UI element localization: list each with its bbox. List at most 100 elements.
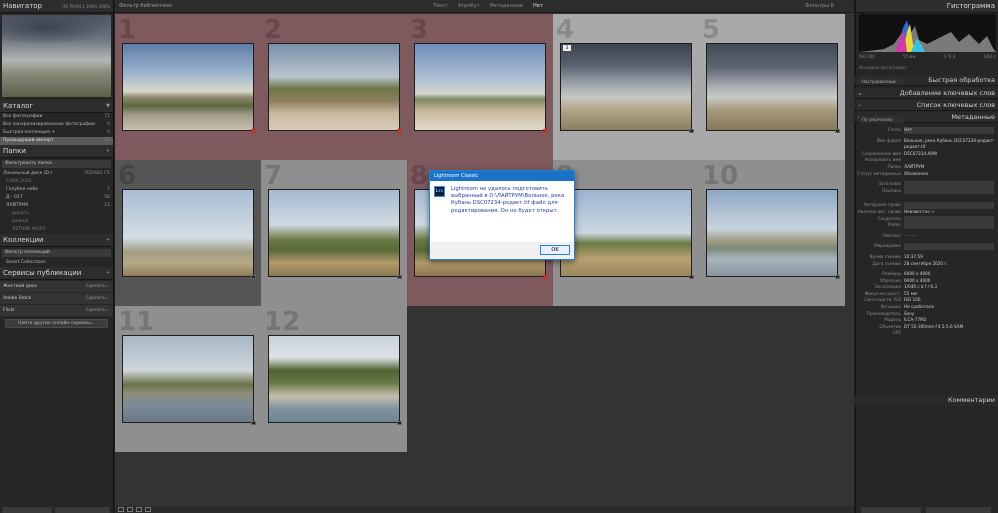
photo-thumbnail[interactable] (122, 43, 254, 131)
photo-thumbnail[interactable] (560, 189, 692, 277)
grid-cell[interactable]: 12 (261, 306, 407, 452)
edit-badge-icon[interactable] (397, 421, 402, 425)
filter-tab-attribute[interactable]: Атрибут (458, 0, 480, 13)
survey-view-icon[interactable] (145, 507, 151, 512)
histogram-gray (859, 24, 996, 52)
metadata-field[interactable] (904, 222, 994, 229)
add-icon[interactable]: + (106, 267, 110, 280)
edit-badge-icon[interactable] (835, 275, 840, 279)
photo-thumbnail[interactable] (268, 189, 400, 277)
grid-view-icon[interactable] (118, 507, 124, 512)
photo-thumbnail[interactable] (414, 43, 546, 131)
photo-thumbnail[interactable] (706, 43, 838, 131)
keyword-list-header[interactable]: + Список ключевых слов (855, 100, 998, 111)
metadata-field[interactable] (904, 243, 994, 250)
grid-cell[interactable]: 11 (115, 306, 261, 452)
navigator-preview[interactable] (2, 15, 111, 97)
edit-badge-icon[interactable] (689, 129, 694, 133)
photo-thumbnail[interactable] (268, 335, 400, 423)
catalog-item[interactable]: Все синхронизированные фотографии 0 (0, 121, 113, 129)
edit-badge-icon[interactable] (397, 275, 402, 279)
original-photo-checkbox[interactable]: Исходная фотография (859, 65, 907, 70)
histogram-header[interactable]: Гистограмма (856, 0, 998, 13)
photo-thumbnail[interactable] (122, 335, 254, 423)
edit-badge-icon[interactable] (251, 129, 256, 133)
photo-thumbnail[interactable] (560, 43, 692, 131)
ok-button[interactable]: OK (540, 245, 570, 255)
edit-badge-icon[interactable] (689, 275, 694, 279)
photo-thumbnail[interactable] (706, 189, 838, 277)
histogram-chart[interactable] (859, 14, 996, 52)
collection-filter-input[interactable]: Фильтр коллекций (2, 249, 111, 257)
service-setup-link[interactable]: Сделать... (86, 305, 110, 316)
metadata-field[interactable]: Нет (904, 127, 994, 134)
folder-item[interactable]: Голубое небо 1 (0, 186, 113, 194)
folder-filter-input[interactable]: Фильтровать папки (2, 160, 111, 168)
folder-item[interactable]: дорога (0, 210, 113, 218)
grid-cell[interactable]: 3 (407, 14, 553, 160)
import-button[interactable] (2, 507, 52, 513)
grid-cell[interactable]: 7 (261, 160, 407, 306)
catalog-item[interactable]: Быстрая коллекция + 0 (0, 129, 113, 137)
catalog-header[interactable]: Каталог ▼ (0, 100, 113, 113)
collections-header[interactable]: Коллекции + (0, 234, 113, 247)
edit-badge-icon[interactable] (543, 275, 548, 279)
grid-cell[interactable]: 10 (699, 160, 845, 306)
service-setup-link[interactable]: Сделать... (86, 281, 110, 292)
compare-view-icon[interactable] (136, 507, 142, 512)
filter-tab-none[interactable]: Нет (533, 0, 543, 13)
metadata-field[interactable] (904, 202, 994, 209)
edit-badge-icon[interactable] (543, 129, 548, 133)
add-icon[interactable]: + (106, 145, 110, 158)
metadata-field[interactable] (904, 187, 994, 195)
folder-item[interactable]: разное (0, 218, 113, 226)
filter-presets[interactable]: Фильтры В (805, 0, 834, 13)
service-setup-link[interactable]: Сделать... (86, 293, 110, 304)
grid-cell[interactable]: 5 (699, 14, 845, 160)
folder-label: разное (12, 219, 29, 224)
publish-services-header[interactable]: Сервисы публикации + (0, 267, 113, 280)
catalog-item-selected[interactable]: Предыдущий импорт 12 (0, 137, 113, 145)
metadata-preset-select[interactable]: По умолчанию (859, 116, 904, 123)
add-icon[interactable]: + (106, 234, 110, 247)
folder-item[interactable]: ЛЕТНИЕ ФОТО (0, 226, 113, 234)
publish-service-harddrive[interactable]: Жесткий диск Сделать... (0, 281, 113, 292)
filter-tab-text[interactable]: Текст (433, 0, 448, 13)
add-icon[interactable]: + (858, 100, 861, 111)
comments-header[interactable]: Комментарии (855, 395, 998, 406)
catalog-item[interactable]: Все фотографии 71 (0, 113, 113, 121)
sync-settings-button[interactable] (926, 507, 991, 513)
folder-item[interactable]: Д - 027 58 (0, 194, 113, 202)
publish-service-adobe-stock[interactable]: Adobe Stock Сделать... (0, 293, 113, 304)
edit-badge-icon[interactable] (397, 129, 402, 133)
edit-badge-icon[interactable] (251, 275, 256, 279)
loupe-view-icon[interactable] (127, 507, 133, 512)
stack-count-badge[interactable]: 3 (563, 45, 571, 51)
sync-metadata-button[interactable] (861, 507, 921, 513)
photo-thumbnail[interactable] (122, 189, 254, 277)
publish-service-flickr[interactable]: Flickr Сделать... (0, 305, 113, 316)
folders-header[interactable]: Папки + (0, 145, 113, 158)
grid-cell[interactable]: 1 (115, 14, 261, 160)
metadata-row: Маркировка (856, 243, 998, 250)
metadata-key: Папка (887, 163, 901, 169)
folder-item[interactable]: CANA 2020 (0, 178, 113, 186)
photo-thumbnail[interactable] (268, 43, 400, 131)
filter-tab-metadata[interactable]: Метаданные (490, 0, 523, 13)
navigator-zoom-options[interactable]: ПО РАЗМ 1 100% 400% (62, 0, 113, 13)
keywording-header[interactable]: ◄ Добавление ключевых слов (855, 88, 998, 99)
find-more-services-button[interactable]: Найти другие онлайн-сервисы... (5, 319, 108, 328)
grid-cell[interactable]: 2 (261, 14, 407, 160)
navigator-header[interactable]: Навигатор ПО РАЗМ 1 100% 400% (0, 0, 113, 13)
edit-badge-icon[interactable] (251, 421, 256, 425)
quick-develop-preset[interactable]: Настраиваемый (859, 78, 904, 85)
folder-item[interactable]: ЛАЙТРУМ 12 (0, 202, 113, 210)
drive-row[interactable]: Локальный диск (D:) 762/682 ГБ (0, 170, 113, 178)
edit-badge-icon[interactable] (835, 129, 840, 133)
metadata-field[interactable] (904, 181, 994, 188)
grid-cell[interactable]: 43 (553, 14, 699, 160)
grid-cell[interactable]: 6 (115, 160, 261, 306)
export-button[interactable] (55, 507, 110, 513)
metadata-field[interactable] (904, 215, 994, 223)
collection-item[interactable]: Smart Collections (0, 259, 113, 267)
